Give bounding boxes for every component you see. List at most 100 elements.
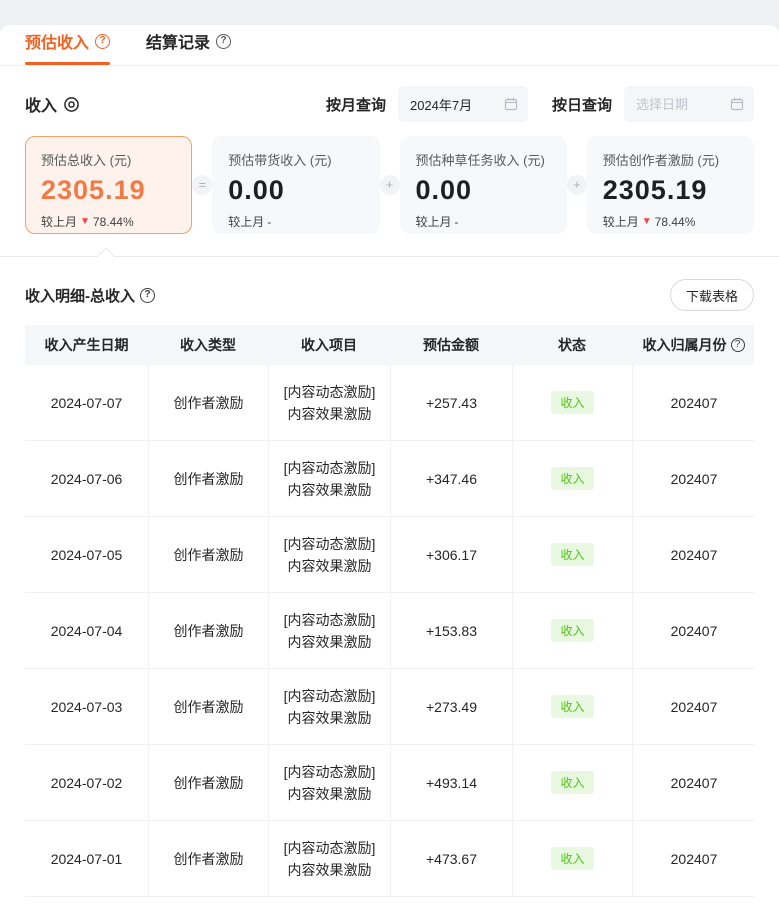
cell-status: 收入	[512, 517, 632, 592]
trend-down-icon: ▼	[80, 217, 90, 227]
table-row: 2024-07-07 创作者激励 [内容动态激励]内容效果激励 +257.43 …	[25, 365, 754, 441]
summary-card-total-income[interactable]: 预估总收入 (元) 2305.19 较上月 ▼ 78.44%	[25, 136, 192, 234]
cell-status: 收入	[512, 669, 632, 744]
cell-type: 创作者激励	[148, 517, 268, 592]
calendar-icon	[730, 97, 744, 111]
cell-date: 2024-07-05	[25, 517, 148, 592]
cell-date: 2024-07-03	[25, 669, 148, 744]
cell-project: [内容动态激励]内容效果激励	[268, 669, 390, 744]
income-dashboard-page: 预估收入 ? 结算记录 ? 收入 按月查询	[0, 0, 779, 907]
cell-date: 2024-07-02	[25, 745, 148, 820]
tab-bar: 预估收入 ? 结算记录 ?	[0, 25, 779, 66]
cell-month: 202407	[632, 365, 755, 440]
eye-icon[interactable]	[63, 96, 80, 113]
cell-month: 202407	[632, 669, 755, 744]
table-row: 2024-07-03 创作者激励 [内容动态激励]内容效果激励 +273.49 …	[25, 669, 754, 745]
table-row: 2024-07-02 创作者激励 [内容动态激励]内容效果激励 +493.14 …	[25, 745, 754, 821]
cell-date: 2024-07-01	[25, 821, 148, 896]
card-label: 预估带货收入 (元)	[228, 150, 363, 169]
tab-label: 预估收入	[25, 29, 89, 53]
status-badge: 收入	[551, 391, 593, 414]
card-value: 0.00	[228, 175, 363, 206]
tab-settlement-records[interactable]: 结算记录 ?	[146, 29, 231, 65]
cell-type: 创作者激励	[148, 441, 268, 516]
cell-date: 2024-07-06	[25, 441, 148, 516]
detail-section-header: 收入明细-总收入 ? 下载表格	[0, 257, 779, 325]
card-value: 2305.19	[603, 175, 738, 206]
income-label: 收入	[25, 92, 57, 116]
month-query-input-box[interactable]	[398, 86, 528, 122]
cell-amount: +153.83	[390, 593, 512, 668]
status-badge: 收入	[551, 467, 593, 490]
summary-card-goods-income[interactable]: 预估带货收入 (元) 0.00 较上月 -	[212, 136, 379, 234]
cell-amount: +257.43	[390, 365, 512, 440]
cell-amount: +473.67	[390, 821, 512, 896]
card-compare: 较上月 -	[416, 213, 551, 230]
cell-month: 202407	[632, 517, 755, 592]
status-badge: 收入	[551, 847, 593, 870]
cell-amount: +306.17	[390, 517, 512, 592]
cell-project: [内容动态激励]内容效果激励	[268, 593, 390, 668]
cell-date: 2024-07-04	[25, 593, 148, 668]
cell-amount: +493.14	[390, 745, 512, 820]
help-icon[interactable]: ?	[731, 338, 745, 352]
cell-month: 202407	[632, 593, 755, 668]
month-query-label: 按月查询	[326, 94, 386, 115]
cell-date: 2024-07-07	[25, 365, 148, 440]
cell-month: 202407	[632, 745, 755, 820]
cell-status: 收入	[512, 593, 632, 668]
tab-estimated-income[interactable]: 预估收入 ?	[25, 29, 110, 65]
income-title: 收入	[25, 92, 80, 116]
main-panel: 预估收入 ? 结算记录 ? 收入 按月查询	[0, 25, 779, 907]
day-query-input-box[interactable]	[624, 86, 754, 122]
month-query-input[interactable]	[410, 97, 500, 112]
tab-label: 结算记录	[146, 29, 210, 53]
cell-status: 收入	[512, 365, 632, 440]
header-cell-type: 收入类型	[148, 325, 268, 365]
help-icon[interactable]: ?	[216, 34, 231, 49]
cell-project: [内容动态激励]内容效果激励	[268, 365, 390, 440]
income-detail-table: 收入产生日期 收入类型 收入项目 预估金额 状态 收入归属月份? 2024-07…	[25, 325, 754, 897]
cell-type: 创作者激励	[148, 669, 268, 744]
cell-project: [内容动态激励]内容效果激励	[268, 745, 390, 820]
cell-type: 创作者激励	[148, 593, 268, 668]
summary-card-seeding-task-income[interactable]: 预估种草任务收入 (元) 0.00 较上月 -	[400, 136, 567, 234]
day-query-label: 按日查询	[552, 94, 612, 115]
table-row: 2024-07-05 创作者激励 [内容动态激励]内容效果激励 +306.17 …	[25, 517, 754, 593]
equals-icon: =	[192, 175, 212, 195]
cell-status: 收入	[512, 821, 632, 896]
card-compare: 较上月 -	[228, 213, 363, 230]
help-icon[interactable]: ?	[95, 34, 110, 49]
help-icon[interactable]: ?	[140, 288, 155, 303]
filter-row: 收入 按月查询 按日查询	[0, 66, 779, 132]
header-cell-project: 收入项目	[268, 325, 390, 365]
status-badge: 收入	[551, 543, 593, 566]
card-label: 预估总收入 (元)	[41, 150, 176, 169]
plus-icon: +	[380, 175, 400, 195]
card-value: 0.00	[416, 175, 551, 206]
summary-cards-row: 预估总收入 (元) 2305.19 较上月 ▼ 78.44% = 预估带货收入 …	[0, 132, 779, 234]
calendar-icon	[504, 97, 518, 111]
section-title: 收入明细-总收入 ?	[25, 285, 155, 306]
table-row: 2024-07-01 创作者激励 [内容动态激励]内容效果激励 +473.67 …	[25, 821, 754, 897]
card-label: 预估创作者激励 (元)	[603, 150, 738, 169]
status-badge: 收入	[551, 619, 593, 642]
header-cell-status: 状态	[512, 325, 632, 365]
table-header-row: 收入产生日期 收入类型 收入项目 预估金额 状态 收入归属月份?	[25, 325, 754, 365]
card-value: 2305.19	[41, 175, 176, 206]
header-cell-amount: 预估金额	[390, 325, 512, 365]
header-cell-month: 收入归属月份?	[632, 325, 755, 365]
card-compare: 较上月 ▼ 78.44%	[603, 213, 738, 230]
trend-down-icon: ▼	[642, 217, 652, 227]
summary-card-creator-incentive[interactable]: 预估创作者激励 (元) 2305.19 较上月 ▼ 78.44%	[587, 136, 754, 234]
status-badge: 收入	[551, 771, 593, 794]
table-row: 2024-07-06 创作者激励 [内容动态激励]内容效果激励 +347.46 …	[25, 441, 754, 517]
plus-icon: +	[567, 175, 587, 195]
header-cell-date: 收入产生日期	[25, 325, 148, 365]
cell-project: [内容动态激励]内容效果激励	[268, 821, 390, 896]
day-query-input[interactable]	[636, 97, 726, 112]
download-table-button[interactable]: 下载表格	[670, 279, 754, 311]
cell-type: 创作者激励	[148, 365, 268, 440]
table-row: 2024-07-04 创作者激励 [内容动态激励]内容效果激励 +153.83 …	[25, 593, 754, 669]
cell-status: 收入	[512, 745, 632, 820]
